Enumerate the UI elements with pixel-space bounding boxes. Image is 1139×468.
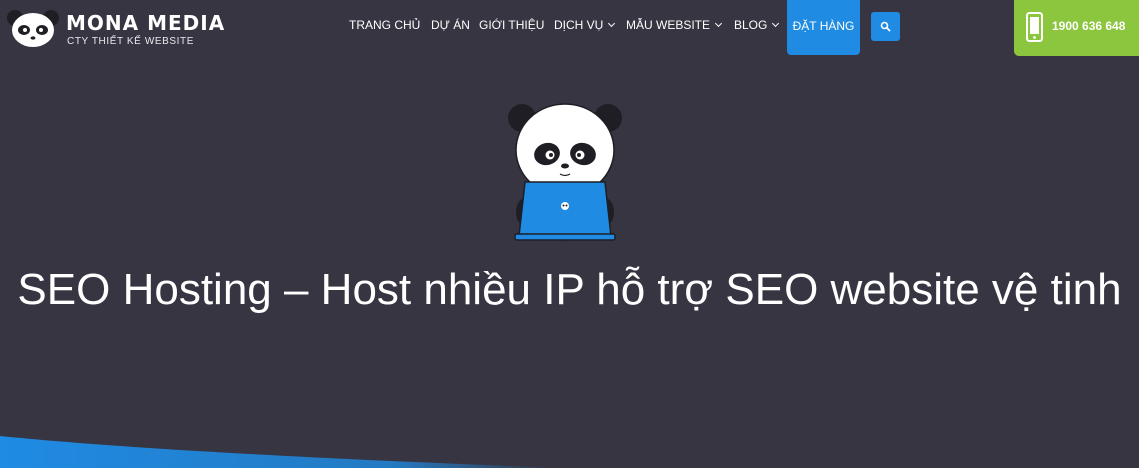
nav-item-label: DỊCH VỤ: [554, 18, 604, 32]
nav-item-label: GIỚI THIỆU: [479, 18, 545, 32]
phone-icon: [1026, 12, 1043, 42]
nav-item-label: BLOG: [734, 18, 768, 32]
nav-item-templates[interactable]: MẪU WEBSITE: [626, 18, 723, 32]
nav-item-home[interactable]: TRANG CHỦ: [349, 18, 420, 32]
nav-item-blog[interactable]: BLOG: [734, 18, 780, 32]
brand-name: MONA MEDIA: [66, 11, 226, 35]
search-icon: [880, 21, 891, 32]
chevron-down-icon: [608, 19, 616, 28]
site-header: MONA MEDIA CTY THIẾT KẾ WEBSITE TRANG CH…: [0, 0, 1139, 56]
chevron-down-icon: [714, 19, 723, 28]
nav-item-about[interactable]: GIỚI THIỆU: [479, 18, 544, 32]
phone-number: 1900 636 648: [1052, 19, 1126, 33]
search-button[interactable]: [871, 12, 900, 41]
nav-item-services[interactable]: DỊCH VỤ: [554, 18, 616, 32]
nav-item-label: TRANG CHỦ: [349, 18, 421, 32]
nav-item-label: DỰ ÁN: [431, 18, 470, 32]
chevron-down-icon: [772, 19, 780, 28]
decorative-wave: [0, 436, 560, 468]
page-title: SEO Hosting – Host nhiều IP hỗ trợ SEO w…: [17, 265, 1122, 314]
nav-item-projects[interactable]: DỰ ÁN: [431, 18, 470, 32]
panda-logo-icon: [7, 10, 59, 47]
panda-laptop-illustration: [508, 103, 622, 241]
brand-tagline: CTY THIẾT KẾ WEBSITE: [67, 36, 195, 47]
nav-item-label: MẪU WEBSITE: [626, 18, 711, 32]
phone-hotline-button[interactable]: 1900 636 648: [1014, 0, 1139, 56]
order-button[interactable]: ĐẶT HÀNG: [787, 0, 860, 55]
